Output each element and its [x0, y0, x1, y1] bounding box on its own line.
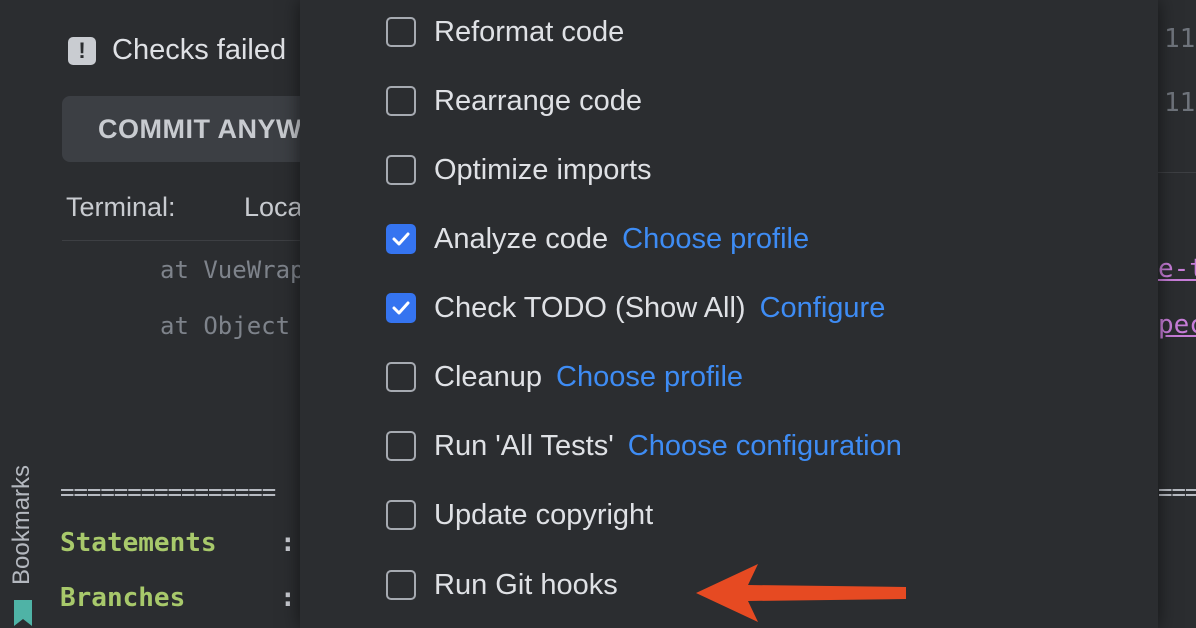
coverage-colon: :: [280, 583, 296, 613]
checkbox[interactable]: [386, 17, 416, 47]
editor-divider: [1158, 172, 1196, 173]
checkbox[interactable]: [386, 431, 416, 461]
option-label: Rearrange code: [434, 84, 642, 117]
option-check-todo[interactable]: Check TODO (Show All) Configure: [386, 288, 885, 328]
checkbox[interactable]: [386, 224, 416, 254]
red-arrow-icon: [696, 564, 906, 622]
file-link[interactable]: pec: [1158, 310, 1196, 340]
option-label: Run 'All Tests': [434, 429, 614, 462]
checkmark-icon: [392, 301, 410, 315]
checks-status: ! Checks failed: [68, 34, 286, 67]
commit-anyway-button[interactable]: COMMIT ANYWAY: [62, 96, 300, 162]
stack-trace-line: at VueWrapper: [160, 256, 300, 284]
terminal-tab-local[interactable]: Local: [244, 192, 300, 222]
checks-failed-text: Checks failed: [112, 34, 287, 66]
option-reformat-code[interactable]: Reformat code: [386, 12, 624, 52]
line-number: 11: [1164, 24, 1196, 54]
console-separator: ================: [60, 478, 276, 506]
terminal-divider: [62, 240, 300, 241]
line-number: 11: [1164, 88, 1196, 118]
coverage-label: Statements: [60, 528, 217, 558]
bookmarks-strip[interactable]: Bookmarks: [0, 0, 44, 628]
option-label: Check TODO (Show All): [434, 291, 746, 324]
checkbox[interactable]: [386, 362, 416, 392]
checkbox[interactable]: [386, 570, 416, 600]
option-link[interactable]: Choose profile: [622, 223, 809, 256]
ide-window: Bookmarks ! Checks failed COMMIT ANYWAY …: [0, 0, 1196, 628]
commit-tool-window: Bookmarks ! Checks failed COMMIT ANYWAY …: [0, 0, 300, 628]
commit-anyway-label: COMMIT ANYWAY: [98, 114, 300, 144]
file-link[interactable]: e-t: [1158, 254, 1196, 284]
terminal-header: Terminal: Local: [66, 192, 300, 223]
option-link[interactable]: Configure: [760, 292, 886, 325]
coverage-label: Branches: [60, 583, 186, 613]
warning-icon: !: [68, 36, 96, 65]
option-analyze-code[interactable]: Analyze code Choose profile: [386, 219, 809, 259]
option-rearrange-code[interactable]: Rearrange code: [386, 81, 642, 121]
editor-fragment: 11 11 e-t pec ====: [1158, 0, 1196, 628]
stack-trace-line: at Object: [160, 312, 291, 340]
coverage-colon: :: [280, 528, 296, 558]
option-cleanup[interactable]: Cleanup Choose profile: [386, 357, 743, 397]
checkbox[interactable]: [386, 86, 416, 116]
checkbox[interactable]: [386, 155, 416, 185]
option-label: Optimize imports: [434, 153, 652, 186]
checkmark-icon: [392, 232, 410, 246]
option-label: Cleanup: [434, 360, 543, 393]
option-update-copyright[interactable]: Update copyright: [386, 495, 653, 535]
bookmarks-tab-label[interactable]: Bookmarks: [8, 465, 36, 585]
option-label: Analyze code: [434, 222, 609, 255]
option-link[interactable]: Choose profile: [556, 361, 743, 394]
option-run-all-tests[interactable]: Run 'All Tests' Choose configuration: [386, 426, 902, 466]
before-commit-options-popup: Reformat code Rearrange code Optimize im…: [300, 0, 1158, 628]
option-optimize-imports[interactable]: Optimize imports: [386, 150, 652, 190]
option-label: Update copyright: [434, 498, 654, 531]
bookmark-icon[interactable]: [12, 598, 34, 628]
terminal-label: Terminal:: [66, 192, 176, 222]
option-label: Run Git hooks: [434, 568, 618, 601]
option-run-git-hooks[interactable]: Run Git hooks: [386, 565, 618, 605]
checkbox[interactable]: [386, 293, 416, 323]
coverage-row-branches: Branches :: [60, 583, 296, 613]
checkbox[interactable]: [386, 500, 416, 530]
coverage-row-statements: Statements :: [60, 528, 296, 558]
option-label: Reformat code: [434, 15, 625, 48]
option-link[interactable]: Choose configuration: [628, 430, 902, 463]
console-separator: ====: [1158, 478, 1196, 506]
